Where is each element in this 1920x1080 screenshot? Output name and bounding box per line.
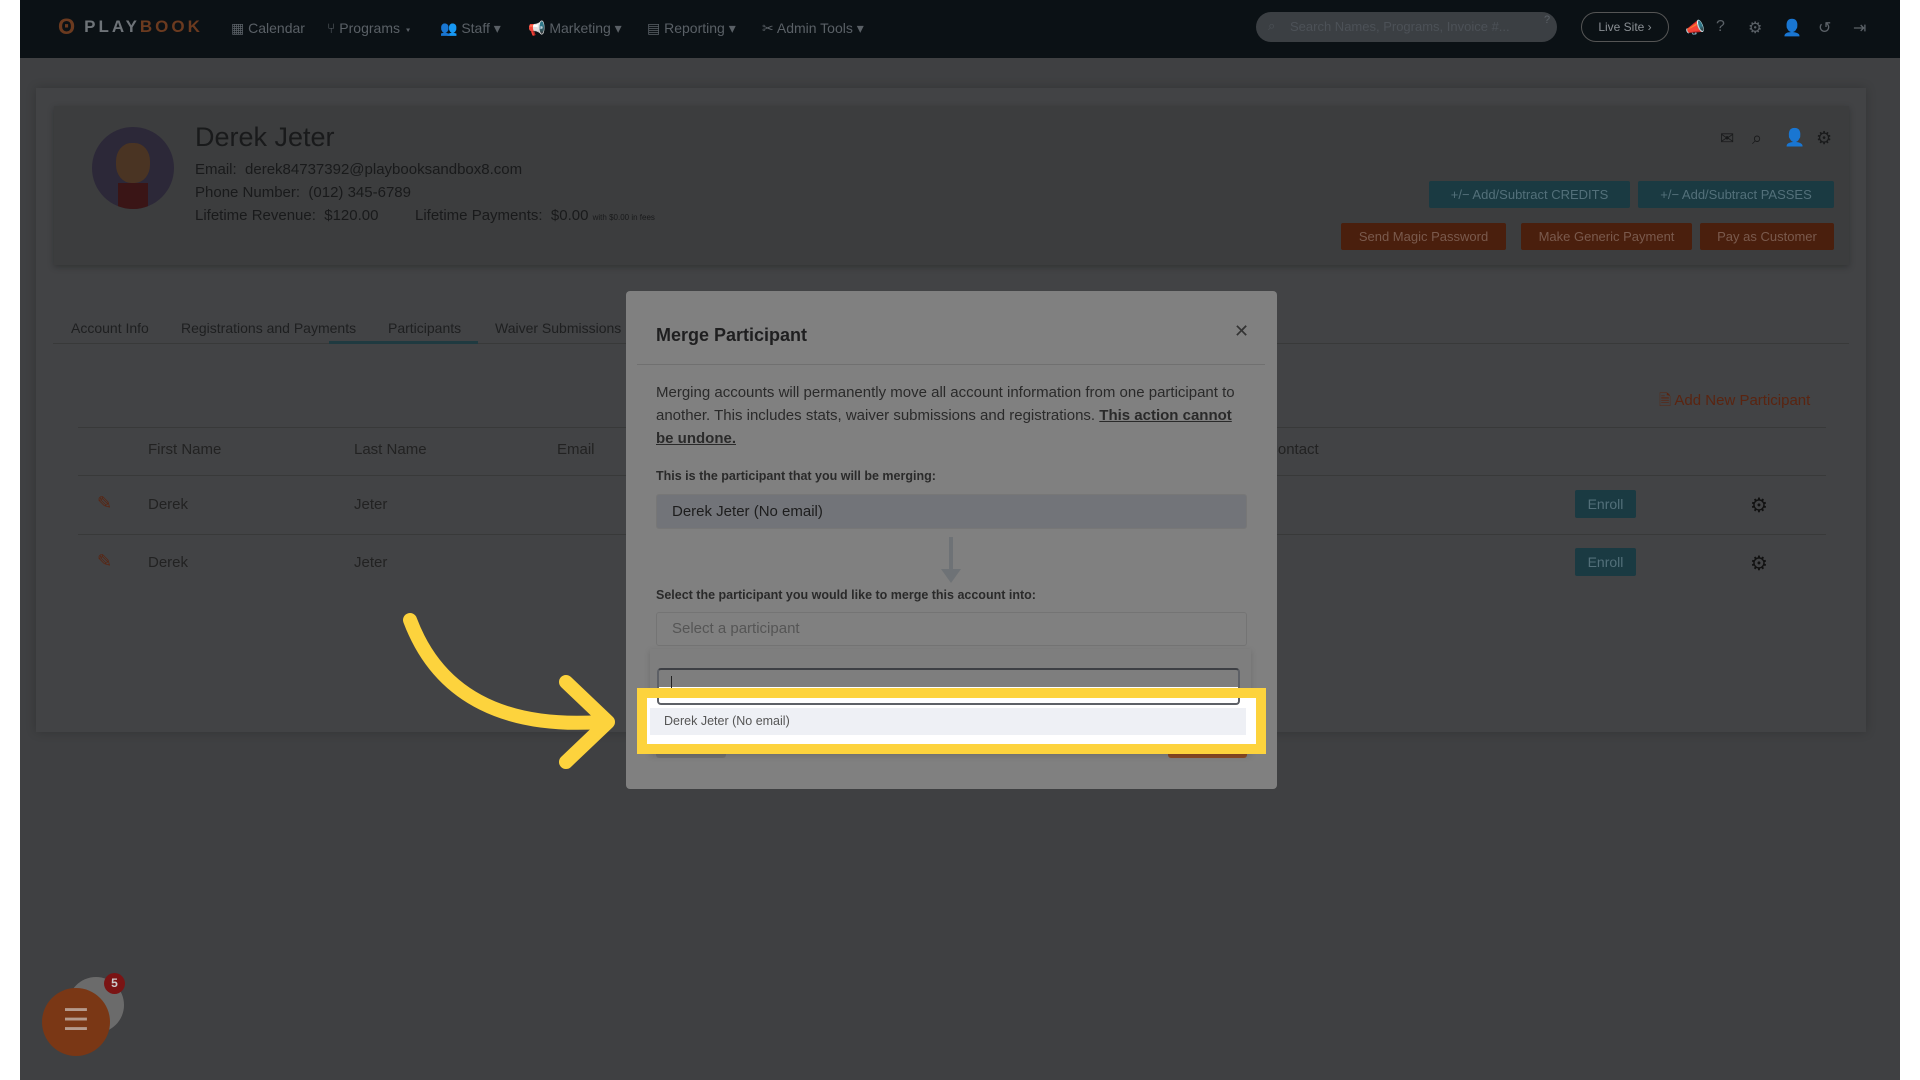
avatar	[92, 127, 174, 209]
profile-email: Email: derek84737392@playbooksandbox8.co…	[195, 161, 523, 178]
enroll-button[interactable]: Enroll	[1575, 490, 1636, 518]
pay-as-customer-button[interactable]: Pay as Customer	[1700, 223, 1834, 250]
highlight-box	[637, 688, 1266, 754]
source-participant-field: Derek Jeter (No email)	[656, 494, 1247, 529]
top-navbar: ʘ PLAY BOOK ▦ Calendar ⑂ Programs ▾ 👥 Sta…	[20, 0, 1900, 58]
help-badge-icon[interactable]: ?	[1544, 14, 1550, 26]
gear-icon[interactable]: ⚙	[1750, 493, 1768, 518]
nav-reporting[interactable]: ▤ Reporting ▾	[647, 20, 736, 37]
nav-calendar[interactable]: ▦ Calendar	[231, 20, 305, 37]
col-email: Email	[557, 441, 595, 458]
chat-button[interactable]: ☰	[42, 988, 110, 1056]
tab-participants[interactable]: Participants	[388, 320, 461, 336]
enroll-button[interactable]: Enroll	[1575, 548, 1636, 576]
col-last-name: Last Name	[354, 441, 427, 458]
make-generic-payment-button[interactable]: Make Generic Payment	[1521, 223, 1692, 250]
active-tab-indicator	[329, 341, 478, 344]
search-icon[interactable]: ⌕	[1752, 128, 1762, 149]
chat-bubble-icon: ☰	[62, 1004, 90, 1037]
logo-icon: ʘ	[58, 14, 79, 39]
logout-icon[interactable]: ⇥	[1853, 18, 1866, 38]
add-new-participant-link[interactable]: 🗎 Add New Participant	[1659, 390, 1810, 415]
gear-icon[interactable]: ⚙	[1748, 18, 1762, 38]
megaphone-plus-icon[interactable]: 📣	[1685, 18, 1705, 38]
nav-programs[interactable]: ⑂ Programs ▾	[327, 20, 412, 36]
logo[interactable]: ʘ PLAY BOOK	[58, 14, 203, 40]
close-icon[interactable]: ✕	[1234, 321, 1249, 342]
col-first-name: First Name	[148, 441, 222, 458]
add-user-icon[interactable]: 👤	[1782, 18, 1802, 38]
logo-text-b: BOOK	[139, 17, 203, 36]
add-subtract-passes-button[interactable]: +/− Add/Subtract PASSES	[1638, 181, 1834, 208]
add-subtract-credits-button[interactable]: +/− Add/Subtract CREDITS	[1429, 181, 1630, 208]
nav-marketing[interactable]: 📢 Marketing ▾	[528, 20, 622, 37]
first-name-cell: Derek	[148, 496, 189, 513]
profile-name: Derek Jeter	[195, 122, 335, 152]
modal-title: Merge Participant	[656, 325, 808, 345]
search-icon: ⌕	[1268, 18, 1276, 33]
edit-icon[interactable]: ✎	[97, 551, 112, 572]
last-name-cell: Jeter	[354, 554, 388, 571]
gear-icon[interactable]: ⚙	[1816, 128, 1832, 149]
live-site-button[interactable]: Live Site ›	[1581, 12, 1669, 42]
file-plus-icon: 🗎	[1659, 392, 1672, 409]
target-label: Select the participant you would like to…	[656, 588, 1036, 602]
first-name-cell: Derek	[148, 554, 189, 571]
global-search-input[interactable]: ⌕ Search Names, Programs, Invoice #...	[1256, 12, 1557, 42]
profile-payments: Lifetime Payments: $0.00 with $0.00 in f…	[415, 207, 655, 224]
send-magic-password-button[interactable]: Send Magic Password	[1341, 223, 1506, 250]
profile-revenue: Lifetime Revenue: $120.00	[195, 207, 379, 224]
target-participant-select[interactable]: Select a participant	[656, 612, 1247, 646]
modal-divider	[637, 364, 1265, 365]
tab-registrations-payments[interactable]: Registrations and Payments	[181, 320, 356, 336]
nav-staff[interactable]: 👥 Staff ▾	[440, 20, 501, 37]
last-name-cell: Jeter	[354, 496, 388, 513]
tab-waiver-submissions[interactable]: Waiver Submissions	[495, 320, 621, 336]
email-icon[interactable]: ✉	[1720, 129, 1734, 149]
profile-phone: Phone Number: (012) 345-6789	[195, 184, 411, 201]
source-label: This is the participant that you will be…	[656, 469, 936, 483]
arrow-down-icon	[941, 537, 961, 583]
help-icon[interactable]: ?	[1716, 18, 1725, 36]
modal-description: Merging accounts will permanently move a…	[656, 384, 1235, 447]
user-check-icon[interactable]: 👤	[1784, 128, 1805, 148]
chat-badge: 5	[104, 973, 125, 994]
tab-account-info[interactable]: Account Info	[71, 320, 149, 336]
gear-icon[interactable]: ⚙	[1750, 551, 1768, 576]
logo-text-a: PLAY	[84, 17, 140, 36]
nav-admin-tools[interactable]: ✂ Admin Tools ▾	[762, 20, 864, 37]
edit-icon[interactable]: ✎	[97, 493, 112, 514]
history-icon[interactable]: ↺	[1818, 18, 1831, 38]
